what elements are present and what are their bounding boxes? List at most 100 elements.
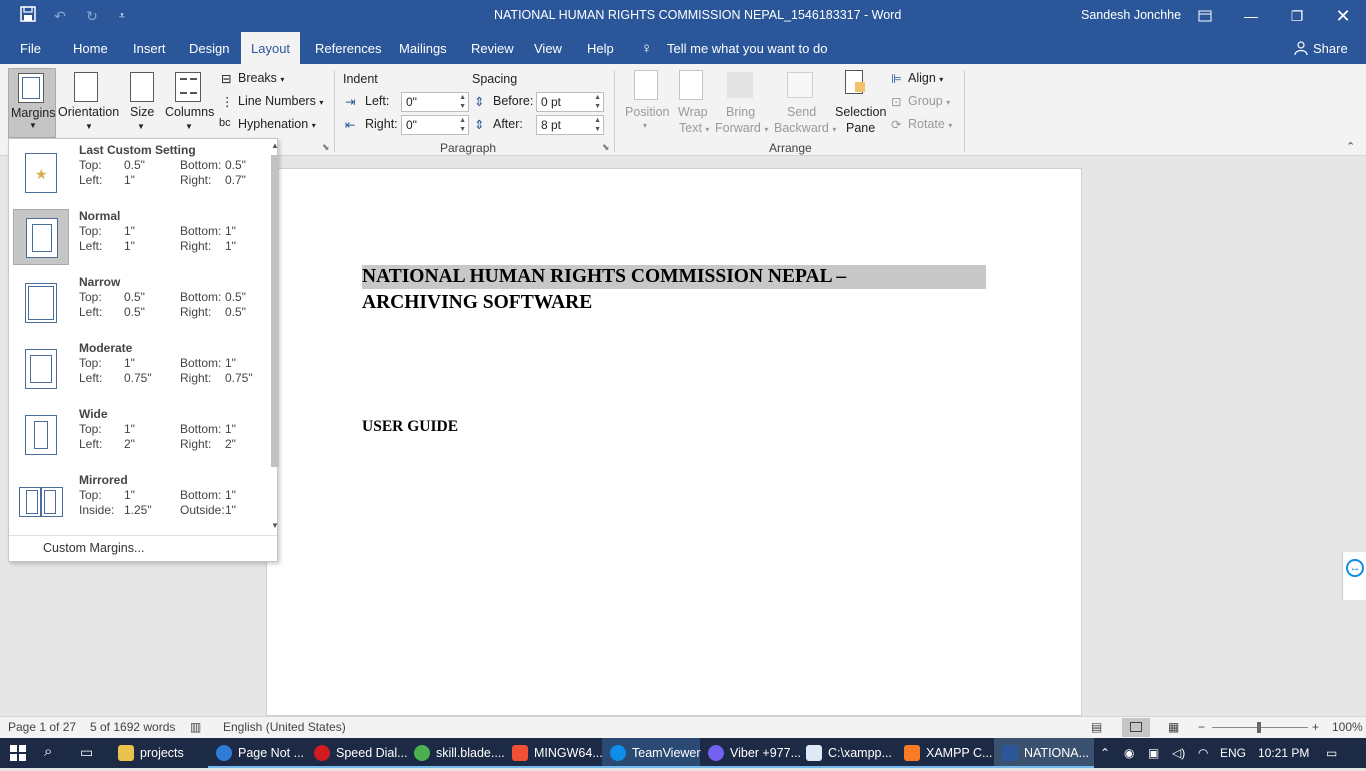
margin-option-mirrored[interactable]: Mirrored Top: 1" Bottom: 1" Inside: 1.25…	[11, 471, 269, 535]
taskbar-item-projects[interactable]: projects	[110, 738, 208, 768]
search-icon[interactable]: ⌕	[44, 743, 52, 760]
input-language[interactable]: ENG	[1220, 738, 1246, 768]
taskbar-item-mingw[interactable]: MINGW64...	[504, 738, 603, 768]
zoom-slider-thumb[interactable]	[1257, 722, 1261, 733]
spacing-label: Spacing	[472, 72, 518, 86]
word-count[interactable]: 5 of 1692 words	[90, 720, 175, 734]
document-title-line2[interactable]: ARCHIVING SOFTWARE	[362, 292, 592, 314]
restore-button[interactable]: ❐	[1274, 0, 1320, 32]
spacing-before-input[interactable]: 0 pt ▲ ▼	[536, 92, 604, 112]
task-view-icon[interactable]: ▭	[80, 744, 93, 761]
hyphenation-button[interactable]: Hyphenation ▾	[238, 117, 316, 131]
network-folder-icon[interactable]: ▣	[1148, 738, 1159, 768]
read-mode-icon[interactable]: ▤	[1091, 720, 1102, 734]
taskbar-item-xampp[interactable]: XAMPP C...	[896, 738, 994, 768]
line-numbers-button[interactable]: Line Numbers ▾	[238, 94, 323, 108]
margin-option-name: Wide	[79, 407, 108, 421]
ribbon-display-icon[interactable]	[1182, 0, 1228, 32]
narrow-thumbnail	[13, 275, 69, 331]
wrap-text-line2[interactable]: Text ▾	[679, 121, 709, 135]
page-count[interactable]: Page 1 of 27	[8, 720, 76, 734]
teamviewer-side-panel[interactable]: ↔	[1342, 552, 1366, 600]
undo-icon[interactable]: ↶	[50, 6, 70, 26]
custom-margins-item[interactable]: Custom Margins...	[43, 541, 144, 555]
tab-file[interactable]: File	[20, 32, 41, 64]
volume-icon[interactable]: ◁)	[1172, 738, 1185, 768]
wrap-text-line1[interactable]: Wrap	[678, 105, 708, 119]
margin-option-moderate[interactable]: Moderate Top: 1" Bottom: 1" Left: 0.75" …	[11, 339, 269, 403]
language[interactable]: English (United States)	[223, 720, 346, 734]
show-hidden-icons[interactable]: ⌃	[1100, 738, 1110, 768]
minimize-button[interactable]: —	[1228, 0, 1274, 32]
indent-left-input[interactable]: 0" ▲ ▼	[401, 92, 469, 112]
orientation-button[interactable]: Orientation ▼	[58, 68, 120, 138]
spacing-after-input[interactable]: 8 pt ▲ ▼	[536, 115, 604, 135]
wifi-icon[interactable]: ◠	[1198, 738, 1208, 768]
document-title-line1[interactable]: NATIONAL HUMAN RIGHTS COMMISSION NEPAL –	[362, 266, 986, 288]
taskbar-item-viber[interactable]: Viber +977...	[700, 738, 801, 768]
taskbar-item-notepad[interactable]: C:\xampp...	[798, 738, 896, 768]
print-layout-icon[interactable]	[1122, 718, 1150, 737]
group-button[interactable]: Group ▾	[908, 94, 950, 108]
taskbar-item-edge[interactable]: Page Not ...	[208, 738, 306, 768]
share-button[interactable]: Share	[1313, 32, 1348, 64]
margin-option-normal[interactable]: Normal Top: 1" Bottom: 1" Left: 1" Right…	[11, 207, 269, 271]
notifications-icon[interactable]: ▭	[1326, 738, 1337, 768]
scroll-up-icon[interactable]: ▲	[269, 141, 281, 153]
web-layout-icon[interactable]: ▦	[1168, 720, 1179, 734]
tab-mailings[interactable]: Mailings	[399, 32, 447, 64]
margin-option-narrow[interactable]: Narrow Top: 0.5" Bottom: 0.5" Left: 0.5"…	[11, 273, 269, 337]
proofing-icon[interactable]: ▥	[190, 720, 201, 734]
taskbar-item-teamviewer[interactable]: TeamViewer	[602, 738, 701, 768]
clock[interactable]: 10:21 PM	[1258, 738, 1309, 768]
align-button[interactable]: Align ▾	[908, 71, 943, 85]
margins-button[interactable]: Margins ▼	[8, 68, 56, 138]
position-button[interactable]: Position	[625, 105, 669, 119]
scroll-thumb[interactable]	[271, 155, 279, 467]
margin-option-wide[interactable]: Wide Top: 1" Bottom: 1" Left: 2" Right: …	[11, 405, 269, 469]
chrome-tray-icon[interactable]: ◉	[1124, 738, 1134, 768]
taskbar-item-chrome[interactable]: skill.blade....	[406, 738, 505, 768]
taskbar-item-word[interactable]: NATIONA...	[994, 738, 1094, 768]
page-setup-launcher-icon[interactable]: ⬊	[322, 142, 330, 153]
margin-option-last-custom[interactable]: ★ Last Custom Setting Top: 0.5" Bottom: …	[11, 141, 269, 205]
send-backward-line1[interactable]: Send	[787, 105, 816, 119]
send-backward-line2[interactable]: Backward ▾	[774, 121, 836, 135]
collapse-ribbon-icon[interactable]: ⌃	[1346, 140, 1355, 153]
selection-pane-line1[interactable]: Selection	[835, 105, 886, 119]
dropdown-scrollbar[interactable]: ▲ ▼	[269, 141, 281, 533]
customize-qat-icon[interactable]: ⩡	[112, 6, 132, 26]
bring-forward-line2[interactable]: Forward ▾	[715, 121, 768, 135]
paragraph-launcher-icon[interactable]: ⬊	[602, 142, 610, 153]
tab-layout[interactable]: Layout	[241, 32, 301, 64]
breaks-button[interactable]: Breaks ▾	[238, 71, 284, 85]
right-label: Right:	[180, 371, 212, 385]
user-name[interactable]: Sandesh Jonchhe	[1081, 8, 1181, 22]
tab-design[interactable]: Design	[189, 32, 229, 64]
close-button[interactable]: ✕	[1320, 0, 1366, 32]
tab-home[interactable]: Home	[73, 32, 108, 64]
zoom-out-icon[interactable]: −	[1198, 720, 1205, 734]
indent-right-input[interactable]: 0" ▲ ▼	[401, 115, 469, 135]
tell-me-search[interactable]: Tell me what you want to do	[667, 32, 827, 64]
tab-review[interactable]: Review	[471, 32, 514, 64]
tab-insert[interactable]: Insert	[133, 32, 166, 64]
start-button[interactable]	[0, 738, 36, 768]
zoom-level[interactable]: 100%	[1332, 720, 1363, 734]
save-icon[interactable]	[18, 6, 38, 26]
rotate-button[interactable]: Rotate ▾	[908, 117, 952, 131]
columns-button[interactable]: Columns ▼	[162, 68, 216, 138]
right-label: Right:	[180, 305, 212, 319]
taskbar-item-opera[interactable]: Speed Dial...	[306, 738, 408, 768]
redo-icon[interactable]: ↻	[82, 6, 102, 26]
document-subtitle[interactable]: USER GUIDE	[362, 418, 458, 436]
tab-references[interactable]: References	[315, 32, 381, 64]
document-page[interactable]: NATIONAL HUMAN RIGHTS COMMISSION NEPAL –…	[266, 168, 1082, 716]
selection-pane-line2[interactable]: Pane	[846, 121, 875, 135]
tab-help[interactable]: Help	[587, 32, 614, 64]
bring-forward-line1[interactable]: Bring	[726, 105, 755, 119]
zoom-in-icon[interactable]: +	[1312, 720, 1319, 734]
tab-view[interactable]: View	[534, 32, 562, 64]
scroll-down-icon[interactable]: ▼	[269, 521, 281, 533]
size-button[interactable]: Size ▼	[124, 68, 160, 138]
